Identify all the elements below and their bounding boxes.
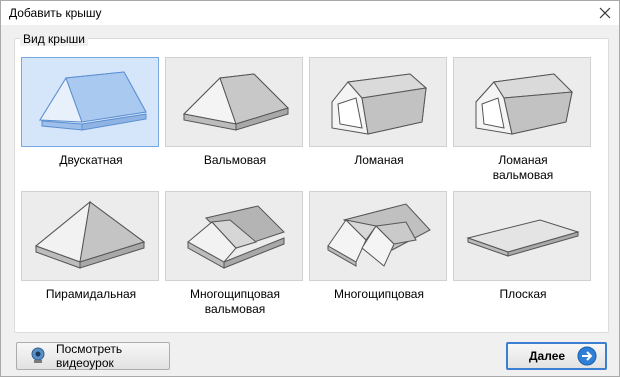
label-hip: Вальмовая bbox=[203, 153, 267, 167]
gable-roof-icon bbox=[39, 71, 147, 131]
watch-video-label: Посмотреть видеоурок bbox=[56, 342, 123, 370]
close-icon[interactable] bbox=[595, 3, 615, 23]
gambrel-roof-icon bbox=[331, 73, 428, 135]
tile-hip-roof[interactable] bbox=[165, 57, 303, 147]
tile-pyramid-roof[interactable] bbox=[21, 191, 159, 281]
window-title: Добавить крышу bbox=[9, 6, 102, 20]
label-flat: Плоская bbox=[499, 287, 547, 301]
next-button[interactable]: Далее bbox=[506, 342, 607, 370]
flat-roof-icon bbox=[466, 219, 580, 257]
arrow-right-icon bbox=[577, 346, 597, 366]
label-pyramid: Пирамидальная bbox=[45, 287, 137, 301]
label-gable: Двускатная bbox=[59, 153, 123, 167]
gambrel-hip-roof-icon bbox=[475, 73, 574, 135]
group-title: Вид крыши bbox=[20, 32, 88, 46]
tile-multi-gable-roof[interactable] bbox=[309, 191, 447, 281]
tile-gable-roof[interactable] bbox=[21, 57, 159, 147]
hip-roof-icon bbox=[182, 73, 289, 131]
tile-gambrel-roof[interactable] bbox=[309, 57, 447, 147]
title-bar: Добавить крышу bbox=[1, 1, 619, 25]
label-gambrel: Ломаная bbox=[354, 153, 404, 167]
next-label: Далее bbox=[529, 349, 566, 363]
label-multi-gable: Многощипцовая bbox=[334, 287, 424, 301]
watch-video-button[interactable]: Посмотреть видеоурок bbox=[16, 342, 170, 370]
pyramid-roof-icon bbox=[35, 200, 146, 269]
tile-gambrel-hip-roof[interactable] bbox=[453, 57, 591, 147]
multi-gable-roof-icon bbox=[327, 203, 431, 267]
tile-multi-gable-hip-roof[interactable] bbox=[165, 191, 303, 281]
label-gambrel-hip: Ломаная вальмовая bbox=[492, 153, 554, 182]
label-multi-gable-hip: Многощипцовая вальмовая bbox=[190, 287, 280, 316]
webcam-icon bbox=[29, 347, 47, 365]
multi-gable-hip-roof-icon bbox=[187, 205, 285, 269]
tile-flat-roof[interactable] bbox=[453, 191, 591, 281]
dialog-window: Добавить крышу Вид крыши Двускатная Валь… bbox=[0, 0, 620, 377]
